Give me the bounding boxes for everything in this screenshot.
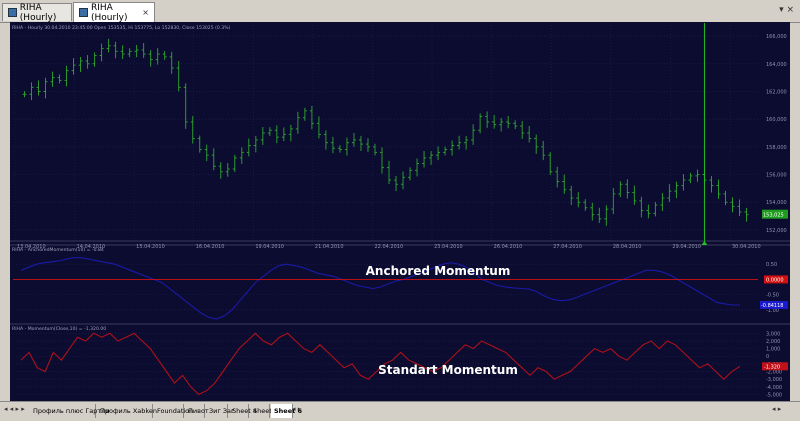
indicator-tick-label: 0.50 (766, 262, 777, 268)
sheet-nav-mid[interactable]: ◂ ▸ (292, 405, 301, 413)
price-pane-title: RIHA - Hourly 30.04.2010 23:45:00 Open 1… (12, 25, 231, 31)
indicator-title: RIHA - Momentum(Close,10) = -1,320.00 (12, 326, 106, 332)
sheet-tab[interactable]: Sheet 1 (250, 404, 278, 418)
date-tick-label: 30.04.2010 (732, 244, 761, 250)
zero-level-label: 0.0000 (766, 277, 784, 283)
sheet-tab[interactable]: Foundation (154, 404, 193, 418)
indicator-tick-label: 1,000 (766, 347, 780, 353)
date-tick-label: 19.04.2010 (255, 244, 284, 250)
pane-background (10, 325, 790, 399)
indicator-tick-label: 2,000 (766, 339, 780, 345)
indicator-tick-label: -3,000 (766, 377, 782, 383)
chart-window-icon (79, 8, 88, 17)
app-window: RIHA (Hourly) RIHA (Hourly) × ▾ × 152,00… (0, 0, 800, 421)
price-tick-label: 164,000 (766, 62, 787, 68)
sheet-tab[interactable]: Пивот (185, 404, 209, 418)
chart-tab-riha-1[interactable]: RIHA (Hourly) (2, 2, 72, 23)
sheet-tab[interactable]: Профиль плюс Гартли (30, 404, 110, 418)
indicator-tick-label: -0.50 (766, 293, 779, 299)
price-tick-label: 162,000 (766, 89, 787, 95)
price-tick-label: 158,000 (766, 145, 787, 151)
date-tick-label: 15.04.2010 (136, 244, 165, 250)
window-controls[interactable]: ▾ × (779, 5, 794, 15)
tab-label: RIHA (Hourly) (90, 2, 128, 23)
chart-svg: 152,000 154,000 156,000 158,000 160,000 162,0… (10, 22, 790, 399)
sheet-tab[interactable]: Профиль Xabken (97, 404, 157, 418)
indicator-title: RIHA - AnchoredMomentum(10) = -0.84 (12, 247, 104, 253)
pane-background (10, 246, 790, 322)
date-tick-label: 29.04.2010 (672, 244, 701, 250)
momentum-last-label: -1,320 (764, 364, 780, 370)
price-tick-label: 160,000 (766, 117, 787, 123)
date-tick-label: 27.04.2010 (553, 244, 582, 250)
sheet-tab[interactable]: Sheet 6 (271, 404, 302, 418)
date-tick-label: 28.04.2010 (613, 244, 642, 250)
pane-background (10, 22, 790, 241)
indicator-tick-label: 0 (766, 354, 769, 360)
chart-area[interactable]: 152,000 154,000 156,000 158,000 160,000 162,0… (10, 22, 790, 401)
price-tick-label: 152,000 (766, 228, 787, 234)
date-tick-label: 21.04.2010 (315, 244, 344, 250)
chart-window-icon (8, 8, 17, 17)
price-tick-label: 166,000 (766, 34, 787, 40)
standard-momentum-annotation: Standart Momentum (378, 363, 518, 377)
date-tick-label: 23.04.2010 (434, 244, 463, 250)
sheet-tab[interactable]: Sheet 4 (229, 404, 257, 418)
sheet-nav-left[interactable]: ◂ ◂ ▸ ▸ (4, 405, 25, 413)
date-tick-label: 22.04.2010 (375, 244, 404, 250)
indicator-tick-label: -4,000 (766, 385, 782, 391)
date-tick-label: 16.04.2010 (196, 244, 225, 250)
cursor-marker (701, 241, 708, 245)
tab-label: RIHA (Hourly) (19, 2, 57, 23)
anchored-last-label: -0.84118 (761, 303, 783, 309)
anchored-momentum-annotation: Anchored Momentum (366, 264, 511, 278)
date-tick-label: 26.04.2010 (494, 244, 523, 250)
indicator-tick-label: 3,000 (766, 331, 780, 337)
price-tick-label: 156,000 (766, 173, 787, 179)
chart-tab-riha-2[interactable]: RIHA (Hourly) × (73, 2, 155, 23)
scroll-nav-right[interactable]: ◂ ▸ (772, 405, 781, 413)
document-tab-bar: RIHA (Hourly) RIHA (Hourly) × ▾ × (0, 0, 800, 23)
price-tick-label: 154,000 (766, 200, 787, 206)
last-price-label: 153,025 (763, 213, 784, 219)
indicator-tick-label: -2,000 (766, 370, 782, 376)
indicator-tick-label: -5,000 (766, 392, 782, 398)
sheet-tab[interactable]: Зиг Заг (206, 404, 234, 418)
sheet-tab-bar: ◂ ◂ ▸ ▸ Профиль плюс Гартли Профиль Xabke… (0, 401, 800, 421)
close-icon[interactable]: × (142, 8, 149, 17)
